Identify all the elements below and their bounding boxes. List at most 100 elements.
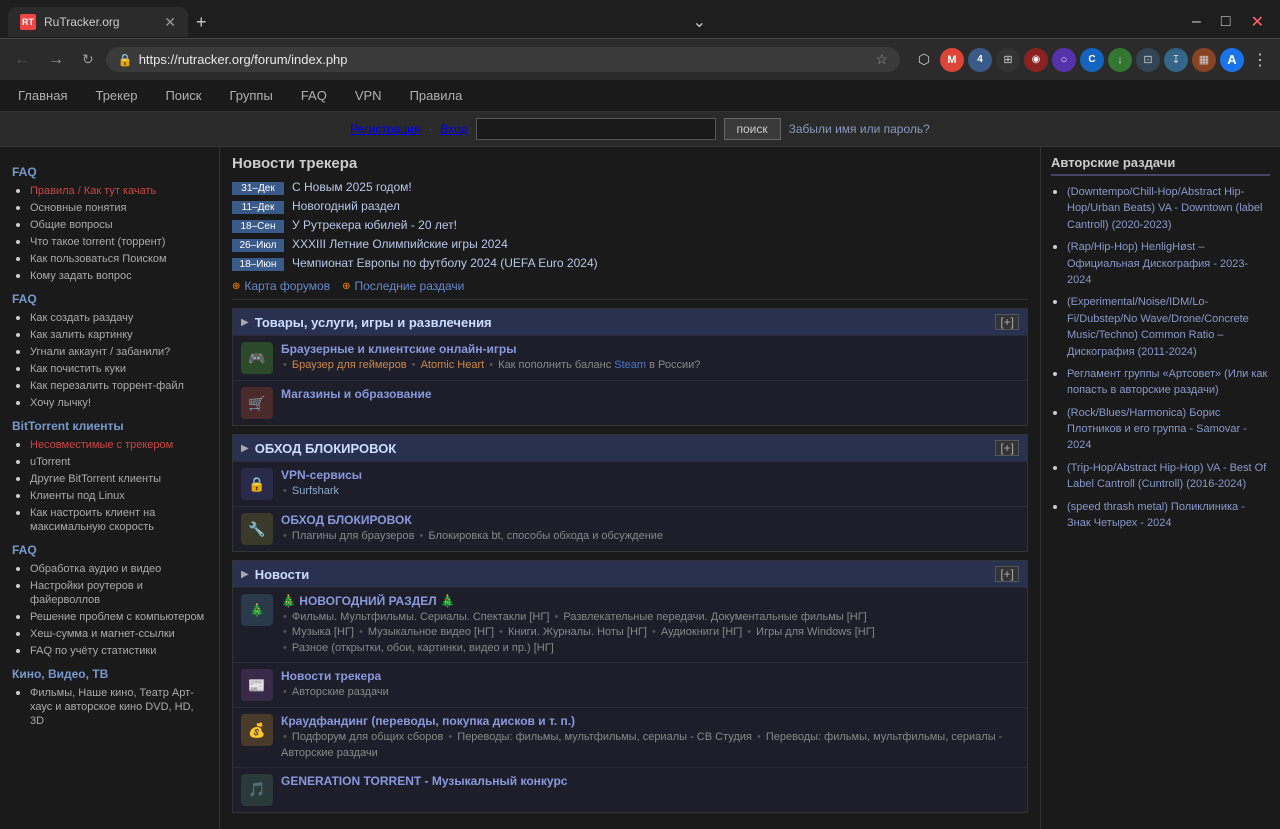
- author-dist-2[interactable]: (Rap/Hip-Hop) HелligНøst – Официальная Д…: [1067, 241, 1248, 286]
- sidebar-item-audio-video[interactable]: Обработка аудио и видео: [30, 563, 161, 575]
- url-bar[interactable]: 🔒 ☆: [106, 47, 900, 72]
- games-link[interactable]: Браузерные и клиентские онлайн-игры: [281, 342, 516, 356]
- sidebar-item-stats-faq[interactable]: FAQ по учёту статистики: [30, 645, 156, 657]
- expand-btn-1[interactable]: [+]: [995, 314, 1019, 330]
- ext7-icon[interactable]: ⊡: [1136, 48, 1160, 72]
- url-input[interactable]: [139, 52, 870, 67]
- steam-link[interactable]: Steam: [614, 359, 646, 371]
- subcategory-games-title: Браузерные и клиентские онлайн-игры: [281, 342, 1019, 356]
- nav-rules[interactable]: Правила: [404, 84, 469, 107]
- sidebar-item-concepts[interactable]: Основные понятия: [30, 202, 127, 214]
- sidebar-item-reupload[interactable]: Как перезалить торрент-файл: [30, 380, 184, 392]
- gen-torrent-link[interactable]: GENERATION TORRENT - Музыкальный конкурс: [281, 774, 567, 788]
- ext4-icon[interactable]: ○: [1052, 48, 1076, 72]
- category-header-3[interactable]: ▶ Новости [+]: [233, 561, 1027, 587]
- sidebar-item-routers[interactable]: Настройки роутеров и файерволлов: [30, 580, 143, 606]
- sidebar-item-linux-bt[interactable]: Клиенты под Linux: [30, 490, 125, 502]
- expand-btn-3[interactable]: [+]: [995, 566, 1019, 582]
- sidebar-item-rules[interactable]: Правила / Как тут качать: [30, 185, 156, 197]
- nav-tracker[interactable]: Трекер: [89, 84, 143, 107]
- subcategory-vpn-title: VPN-сервисы: [281, 468, 1019, 482]
- expand-btn-2[interactable]: [+]: [995, 440, 1019, 456]
- ext9-icon[interactable]: ▦: [1192, 48, 1216, 72]
- subcategory-newyr: 🎄 🎄 НОВОГОДНИЙ РАЗДЕЛ 🎄 • Фильмы. Мультф…: [233, 587, 1027, 662]
- nav-home[interactable]: Главная: [12, 84, 73, 107]
- recent-torrents-link[interactable]: ⊕ Последние раздачи: [342, 279, 464, 293]
- window-maximize-btn[interactable]: □: [1213, 11, 1239, 33]
- author-dist-3[interactable]: (Experimental/Noise/IDM/Lo-Fi/Dubstep/No…: [1067, 296, 1249, 357]
- author-dist-6[interactable]: (Trip-Hop/Abstract Hip-Hop) VA - Best Of…: [1067, 462, 1266, 490]
- tab-close-btn[interactable]: ✕: [164, 14, 176, 31]
- back-button[interactable]: ←: [8, 49, 36, 71]
- forward-button[interactable]: →: [42, 49, 70, 71]
- pip-icon[interactable]: ⬡: [912, 48, 936, 72]
- ext8-icon[interactable]: ↧: [1164, 48, 1188, 72]
- window-close-btn[interactable]: ✕: [1243, 10, 1272, 34]
- reload-button[interactable]: ↻: [76, 49, 100, 70]
- sidebar-item-ask[interactable]: Кому задать вопрос: [30, 270, 132, 282]
- author-dist-5[interactable]: (Rock/Blues/Harmonica) Борис Плотников и…: [1067, 407, 1247, 452]
- ext2-icon[interactable]: ⊞: [996, 48, 1020, 72]
- nav-faq[interactable]: FAQ: [295, 84, 333, 107]
- news-item-4: 26–Июл XXXIII Летние Олимпийские игры 20…: [232, 237, 1028, 252]
- category-header-1[interactable]: ▶ Товары, услуги, игры и развлечения [+]: [233, 309, 1027, 335]
- category-title-2: ОБХОД БЛОКИРОВОК: [255, 441, 990, 456]
- tab-minimize-btn[interactable]: ⌄: [685, 10, 714, 34]
- ext1-icon[interactable]: 4: [968, 48, 992, 72]
- window-minimize-btn[interactable]: –: [1184, 11, 1209, 33]
- login-link[interactable]: Вход: [440, 122, 467, 136]
- nav-vpn[interactable]: VPN: [349, 84, 388, 107]
- category-header-2[interactable]: ▶ ОБХОД БЛОКИРОВОК [+]: [233, 435, 1027, 461]
- sidebar-item-utorrent[interactable]: uTorrent: [30, 456, 70, 468]
- ext3-icon[interactable]: ◉: [1024, 48, 1048, 72]
- register-link[interactable]: Регистрация: [350, 122, 420, 136]
- dot-ny1: •: [283, 611, 287, 623]
- bookmark-icon[interactable]: ☆: [875, 51, 888, 68]
- profile-icon[interactable]: A: [1220, 48, 1244, 72]
- sidebar-item-setup-bt[interactable]: Как настроить клиент на максимальную ско…: [30, 507, 155, 533]
- subcategory-shop-content: Магазины и образование: [281, 387, 1019, 403]
- atomic-heart-link[interactable]: Atomic Heart: [421, 359, 485, 371]
- gmail-icon[interactable]: M: [940, 48, 964, 72]
- shop-link[interactable]: Магазины и образование: [281, 387, 432, 401]
- sidebar-item-rank[interactable]: Хочу лычку!: [30, 397, 91, 409]
- sidebar-item-use-search[interactable]: Как пользоваться Поиском: [30, 253, 167, 265]
- vpn-services-link[interactable]: VPN-сервисы: [281, 468, 362, 482]
- sidebar-item-incompatible[interactable]: Несовместимые с трекером: [30, 439, 173, 451]
- crowdfunding-link[interactable]: Краудфандинг (переводы, покупка дисков и…: [281, 714, 575, 728]
- russia-text: в России?: [649, 359, 700, 371]
- search-button[interactable]: поиск: [724, 118, 781, 140]
- bypass-link[interactable]: ОБХОД БЛОКИРОВОК: [281, 513, 412, 527]
- sidebar-item-cookies[interactable]: Как почистить куки: [30, 363, 126, 375]
- separator: ·: [428, 122, 432, 136]
- sidebar-item-banned[interactable]: Угнали аккаунт / забанили?: [30, 346, 170, 358]
- menu-icon[interactable]: ⋮: [1248, 48, 1272, 72]
- sidebar-item-pc-problems[interactable]: Решение проблем с компьютером: [30, 611, 204, 623]
- sidebar-item-upload-img[interactable]: Как залить картинку: [30, 329, 133, 341]
- new-tab-button[interactable]: +: [188, 12, 215, 33]
- author-dist-1[interactable]: (Downtempo/Chill-Hop/Abstract Hip-Hop/Ur…: [1067, 186, 1262, 231]
- newyr-section-link[interactable]: 🎄 НОВОГОДНИЙ РАЗДЕЛ 🎄: [281, 594, 455, 608]
- sidebar-item-create-dist[interactable]: Как создать раздачу: [30, 312, 133, 324]
- author-dist-4[interactable]: Регламент группы «Артсовет» (Или как поп…: [1067, 368, 1267, 396]
- ext5-icon[interactable]: C: [1080, 48, 1104, 72]
- surfshark-link[interactable]: Surfshark: [292, 485, 339, 497]
- sidebar-item-other-bt[interactable]: Другие BitTorrent клиенты: [30, 473, 161, 485]
- nav-groups[interactable]: Группы: [223, 84, 278, 107]
- sidebar-item-general-q[interactable]: Общие вопросы: [30, 219, 113, 231]
- sidebar-item-hash[interactable]: Хеш-сумма и магнет-ссылки: [30, 628, 175, 640]
- browser-tab[interactable]: RT RuTracker.org ✕: [8, 7, 188, 37]
- forum-map-link[interactable]: ⊕ Карта форумов: [232, 279, 330, 293]
- nav-search[interactable]: Поиск: [159, 84, 207, 107]
- forgot-password-link[interactable]: Забыли имя или пароль?: [789, 122, 930, 136]
- tracker-news-link[interactable]: Новости трекера: [281, 669, 381, 683]
- author-dist-7[interactable]: (speed thrash metal) Поликлиника - Знак …: [1067, 501, 1245, 529]
- subcategory-shop-title: Магазины и образование: [281, 387, 1019, 401]
- ext6-icon[interactable]: ↓: [1108, 48, 1132, 72]
- browser-gamer-link[interactable]: Браузер для геймеров: [292, 359, 407, 371]
- sidebar-item-films[interactable]: Фильмы, Наше кино, Театр Арт-хаус и авто…: [30, 687, 194, 727]
- sidebar-item-torrent-what[interactable]: Что такое torrent (торрент): [30, 236, 165, 248]
- balance-text: Как пополнить баланс: [498, 359, 614, 371]
- search-input[interactable]: [476, 118, 716, 140]
- author-dist-text: Авторские раздачи: [292, 686, 389, 698]
